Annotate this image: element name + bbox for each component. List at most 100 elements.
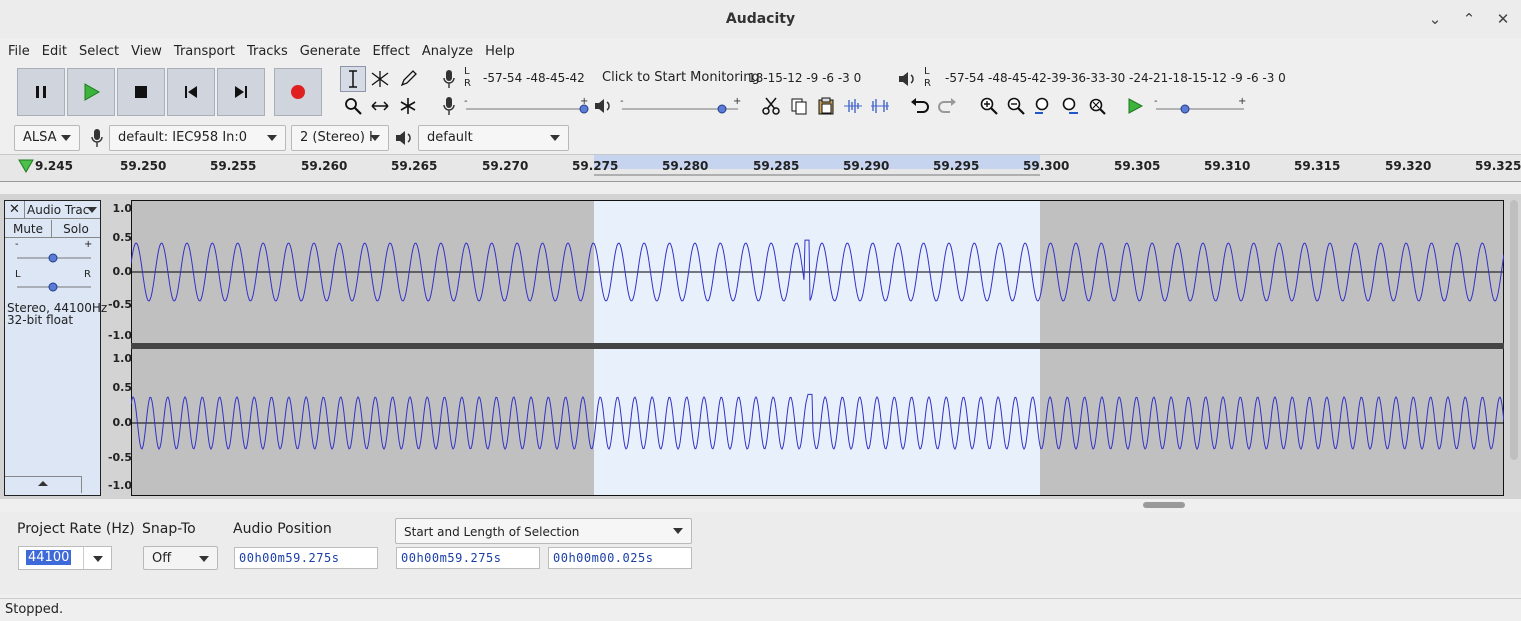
scale-label: 0.0 [112, 416, 133, 429]
menu-file[interactable]: File [2, 44, 36, 59]
svg-text:-: - [464, 96, 468, 107]
close-icon[interactable]: ✕ [1493, 9, 1513, 29]
record-meter-prompt[interactable]: Click to Start Monitoring [600, 70, 762, 85]
microphone-icon [443, 70, 455, 88]
input-volume-slider[interactable]: - + [462, 96, 594, 118]
play-speed-slider[interactable]: - + [1152, 96, 1248, 118]
draw-tool[interactable] [395, 66, 421, 92]
trim-button[interactable] [840, 93, 866, 119]
pan-slider-thumb [48, 282, 58, 292]
cut-button[interactable] [758, 93, 784, 119]
fit-project-button[interactable] [1057, 93, 1083, 119]
menu-bar: File Edit Select View Transport Tracks G… [0, 38, 1521, 64]
play-head-icon [18, 159, 34, 173]
menu-effect[interactable]: Effect [366, 44, 415, 59]
ruler-tick: 59.260 [301, 159, 348, 173]
double-arrow-icon [371, 101, 389, 111]
paste-button[interactable] [813, 93, 839, 119]
track-close-icon[interactable]: ✕ [5, 201, 25, 219]
solo-button[interactable]: Solo [52, 220, 100, 238]
menu-help[interactable]: Help [479, 44, 521, 59]
stop-button[interactable] [117, 68, 165, 116]
output-volume-slider[interactable]: - + [618, 96, 742, 118]
audio-host-select[interactable]: ALSA [14, 125, 80, 151]
fit-selection-button[interactable] [1030, 93, 1056, 119]
zoom-in-button[interactable] [976, 93, 1002, 119]
timeshift-tool[interactable] [367, 93, 393, 119]
play-button[interactable] [67, 68, 115, 116]
menu-transport[interactable]: Transport [168, 44, 241, 59]
recording-device-select[interactable]: default: IEC958 In:0 [109, 125, 286, 151]
selection-start-field[interactable]: 00h00m59.275s [396, 547, 540, 569]
scale-label: -1.0 [107, 479, 132, 492]
selection-toolbar [0, 512, 1521, 594]
ruler-tick: 59.300 [1023, 159, 1070, 173]
menu-tracks[interactable]: Tracks [241, 44, 294, 59]
ruler-tick: 59.285 [753, 159, 800, 173]
menu-edit[interactable]: Edit [36, 44, 73, 59]
svg-text:-: - [1154, 96, 1158, 107]
envelope-tool[interactable] [367, 66, 393, 92]
menu-generate[interactable]: Generate [294, 44, 367, 59]
menu-view[interactable]: View [125, 44, 168, 59]
speaker-icon [396, 131, 411, 145]
track-control-panel: ✕ Audio Trac Mute Solo - + L R Stereo, 4… [4, 200, 107, 496]
mute-button[interactable]: Mute [5, 220, 52, 238]
trim-audio-icon [844, 99, 862, 113]
ruler-tick: 59.295 [933, 159, 980, 173]
svg-text:+: + [1238, 96, 1246, 107]
snap-to-select[interactable]: Off [143, 546, 218, 570]
scale-label: 0.5 [112, 381, 133, 394]
undo-button[interactable] [907, 93, 933, 119]
ruler-tick: 59.270 [482, 159, 529, 173]
project-rate-combo[interactable]: 44100 [18, 546, 112, 570]
audio-position-label: Audio Position [233, 521, 332, 537]
audio-position-field[interactable]: 00h00m59.275s [234, 547, 378, 569]
record-button[interactable] [274, 68, 322, 116]
minimize-icon[interactable]: ⌄ [1425, 9, 1445, 29]
play-meter-button[interactable] [894, 66, 920, 92]
zoom-tool[interactable] [340, 93, 366, 119]
scale-label: -0.5 [107, 451, 132, 464]
multi-tool[interactable] [395, 93, 421, 119]
ruler-tick: 59.275 [572, 159, 619, 173]
selection-tool[interactable] [340, 66, 366, 92]
copy-icon [791, 98, 807, 115]
redo-button[interactable] [934, 93, 960, 119]
maximize-icon[interactable]: ⌃ [1459, 9, 1479, 29]
scale-label: 0.0 [112, 265, 133, 278]
status-bar: Stopped. [0, 598, 1521, 620]
svg-text:+: + [733, 96, 741, 107]
zoom-out-button[interactable] [1003, 93, 1029, 119]
copy-button[interactable] [786, 93, 812, 119]
vertical-scrollbar[interactable] [1510, 200, 1518, 460]
ruler-tick: 59.250 [120, 159, 167, 173]
timeline-ruler[interactable]: 9.245 59.250 59.255 59.260 59.265 59.270… [0, 154, 1521, 182]
waveform-display[interactable] [131, 200, 1504, 496]
gain-slider-thumb [48, 253, 58, 263]
recording-channels-select[interactable]: 2 (Stereo) I [291, 125, 389, 151]
skip-end-button[interactable] [217, 68, 265, 116]
ruler-tick: 59.325 [1475, 159, 1521, 173]
zoom-out-icon [1007, 97, 1025, 115]
skip-start-button[interactable] [167, 68, 215, 116]
ruler-tick: 59.320 [1385, 159, 1432, 173]
selection-mode-select[interactable]: Start and Length of Selection [395, 518, 692, 544]
record-meter-lr: LR [464, 66, 471, 89]
silence-button[interactable] [867, 93, 893, 119]
horizontal-scrollbar[interactable] [1143, 502, 1185, 508]
menu-select[interactable]: Select [73, 44, 125, 59]
collapse-track-button[interactable] [5, 476, 82, 493]
play-at-speed-button[interactable] [1122, 93, 1148, 119]
pause-button[interactable] [17, 68, 65, 116]
track-name-menu[interactable]: Audio Trac [25, 201, 100, 219]
track-sliders[interactable] [13, 241, 95, 296]
gain-minus-label: - [15, 239, 19, 250]
zoom-toggle-button[interactable] [1084, 93, 1110, 119]
skip-end-icon [235, 86, 247, 98]
record-meter-button[interactable] [436, 66, 462, 92]
playback-device-select[interactable]: default [418, 125, 569, 151]
menu-analyze[interactable]: Analyze [416, 44, 479, 59]
selection-length-field[interactable]: 00h00m00.025s [548, 547, 692, 569]
skip-start-icon [185, 86, 197, 98]
